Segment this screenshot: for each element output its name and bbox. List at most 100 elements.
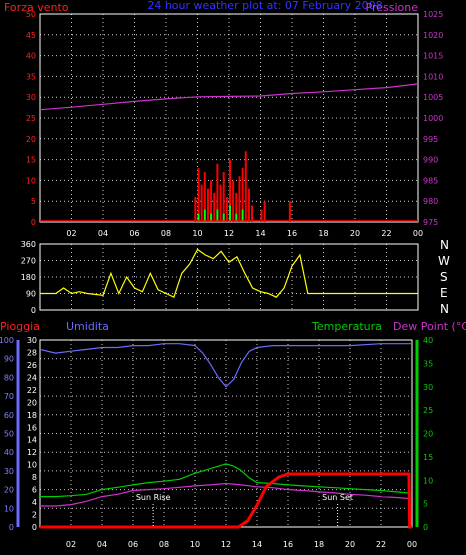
y-tick-label-wind: 20 [26, 135, 36, 144]
hour-tick-label: 04 [98, 229, 108, 238]
hour-tick-label: 06 [129, 229, 139, 238]
y-tick-label-temperature: 0 [423, 523, 428, 532]
y-tick-label-rain: 30 [27, 336, 37, 345]
y-tick-label-pressure: 1015 [423, 52, 443, 61]
y-tick-label-temperature: 15 [423, 453, 433, 462]
compass-e: E [440, 286, 448, 300]
y-tick-label-humidity: 60 [4, 411, 14, 420]
y-tick-label-wind: 10 [26, 176, 36, 185]
y-tick-label-pressure: 1000 [423, 114, 443, 123]
y-tick-label-temperature: 25 [423, 406, 433, 415]
y-tick-label-pressure: 990 [423, 156, 438, 165]
chart-title: 24 hour weather plot at: 07 February 200… [147, 0, 382, 12]
sun-annotation-label: Sun Set [322, 493, 353, 502]
sun-annotation-label: Sun Rise [136, 493, 171, 502]
y-tick-label-wind: 35 [26, 72, 36, 81]
y-tick-label-humidity: 90 [4, 355, 14, 364]
wind-bar [200, 184, 203, 222]
hour-tick-label: 08 [161, 229, 171, 238]
hour-tick-label: 02 [66, 540, 76, 549]
y-tick-label-rain: 6 [32, 486, 37, 495]
wind-bar [244, 151, 247, 222]
gust-bar [229, 205, 231, 222]
y-tick-label-direction: 0 [31, 306, 36, 315]
y-tick-label-rain: 22 [27, 386, 37, 395]
y-tick-label-rain: 26 [27, 361, 37, 370]
hour-tick-label: 22 [381, 229, 391, 238]
y-tick-label-temperature: 30 [423, 383, 433, 392]
y-tick-label-rain: 28 [27, 348, 37, 357]
y-tick-label-rain: 4 [32, 498, 37, 507]
y-tick-label-direction: 360 [21, 240, 36, 249]
wind-bar [288, 201, 291, 222]
wind-bar [213, 192, 216, 222]
compass-s: S [440, 270, 448, 284]
y-tick-label-rain: 0 [32, 523, 37, 532]
y-tick-label-temperature: 10 [423, 476, 433, 485]
y-tick-label-humidity: 30 [4, 467, 14, 476]
y-tick-label-humidity: 0 [9, 523, 14, 532]
y-tick-label-wind: 15 [26, 156, 36, 165]
y-tick-label-humidity: 70 [4, 392, 14, 401]
hour-tick-label: 18 [318, 229, 328, 238]
y-tick-label-temperature: 35 [423, 359, 433, 368]
y-tick-label-rain: 18 [27, 411, 37, 420]
wind-bar [260, 209, 263, 222]
y-tick-label-pressure: 1010 [423, 72, 443, 81]
temperature-label: Temperatura [311, 320, 382, 333]
y-tick-label-wind: 25 [26, 114, 36, 123]
y-tick-label-pressure: 1020 [423, 31, 443, 40]
y-tick-label-rain: 12 [27, 448, 37, 457]
compass-n-top: N [440, 238, 449, 252]
hour-tick-label: 04 [97, 540, 107, 549]
wind-pressure-panel: 0510152025303540455097598098599099510001… [26, 10, 444, 238]
y-tick-label-humidity: 10 [4, 504, 14, 513]
gust-bar [216, 209, 219, 222]
humidity-label: Umidita [66, 320, 109, 333]
hour-tick-label: 20 [350, 229, 360, 238]
y-tick-label-pressure: 980 [423, 197, 438, 206]
y-tick-label-pressure: 975 [423, 218, 438, 227]
wind-label: Forza vento [4, 1, 69, 14]
hour-tick-label: 18 [314, 540, 324, 549]
y-tick-label-humidity: 20 [4, 486, 14, 495]
y-tick-label-humidity: 40 [4, 448, 14, 457]
wind-bar [219, 184, 222, 222]
hour-tick-label: 16 [287, 229, 297, 238]
weather-charts: Forza vento 24 hour weather plot at: 07 … [0, 0, 466, 549]
y-tick-label-humidity: 100 [0, 336, 14, 345]
gust-bar [203, 209, 206, 222]
hour-tick-label: 10 [192, 229, 202, 238]
y-tick-label-wind: 50 [26, 10, 36, 19]
hour-tick-label: 12 [224, 229, 234, 238]
wind-bar [251, 205, 254, 222]
y-tick-label-pressure: 995 [423, 135, 438, 144]
y-tick-label-pressure: 1025 [423, 10, 443, 19]
compass-w: W [438, 254, 450, 268]
wind-bar [206, 188, 209, 222]
gust-bar [241, 209, 244, 222]
hour-tick-label: 22 [376, 540, 386, 549]
wind-bar [194, 197, 197, 222]
hour-tick-label: 20 [345, 540, 355, 549]
y-tick-label-wind: 5 [31, 197, 36, 206]
y-tick-label-temperature: 40 [423, 336, 433, 345]
hour-tick-label: 00 [407, 540, 417, 549]
humidity-temperature-panel: 0102030405060708090100024681012141618202… [0, 336, 433, 549]
wind-bar [225, 197, 228, 222]
y-tick-label-humidity: 80 [4, 373, 14, 382]
hour-tick-label: 00 [413, 229, 423, 238]
dewpoint-label: Dew Point (°C) [393, 320, 466, 333]
compass-n-bottom: N [440, 302, 449, 316]
hour-tick-label: 10 [190, 540, 200, 549]
y-tick-label-direction: 180 [21, 273, 36, 282]
y-tick-label-direction: 270 [21, 257, 36, 266]
hour-tick-label: 14 [252, 540, 262, 549]
hour-tick-label: 16 [283, 540, 293, 549]
y-tick-label-pressure: 985 [423, 176, 438, 185]
compass-labels: N W S E N [438, 238, 450, 316]
y-tick-label-wind: 30 [26, 93, 36, 102]
y-tick-label-pressure: 1005 [423, 93, 443, 102]
hour-tick-label: 08 [159, 540, 169, 549]
y-tick-label-rain: 2 [32, 511, 37, 520]
